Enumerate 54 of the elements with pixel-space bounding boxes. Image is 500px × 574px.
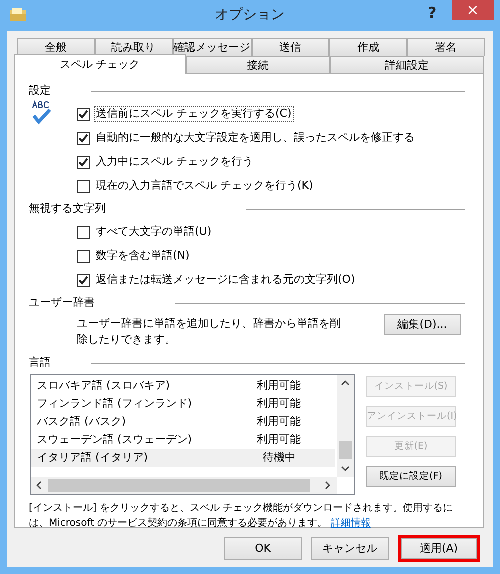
- tab[interactable]: スペル チェック: [14, 54, 186, 74]
- checkbox[interactable]: [77, 108, 90, 120]
- language-name: イタリア語 (イタリア): [37, 451, 150, 465]
- vertical-scrollbar[interactable]: [337, 375, 354, 477]
- edit-button[interactable]: 編集(D)...: [384, 314, 461, 335]
- status-text: 利用可能: [257, 433, 301, 447]
- list-row[interactable]: バスク語 (バスク) 利用可能: [31, 413, 335, 431]
- checkbox[interactable]: [77, 156, 90, 168]
- note-text: [インストール] をクリックすると、スペル チェック機能がダウンロードされます。使用するには、Microsoft のサービス契約の条項に同意する必要があります。 詳細情報: [29, 502, 454, 531]
- tab[interactable]: 接続: [186, 56, 330, 74]
- list-row[interactable]: イタリア語 (イタリア) 待機中: [31, 449, 335, 467]
- checkbox[interactable]: [77, 250, 90, 262]
- language-name: スロバキア語 (スロバキア): [37, 379, 172, 393]
- dialog-button[interactable]: 適用(A): [398, 535, 480, 562]
- tab[interactable]: 送信: [252, 38, 330, 56]
- horizontal-scrollbar[interactable]: [31, 477, 337, 494]
- status-text: 利用可能: [257, 415, 301, 429]
- checkbox-label[interactable]: すべて大文字の単語(U): [94, 224, 214, 240]
- app-icon: [10, 8, 26, 21]
- tab[interactable]: 署名: [407, 38, 485, 56]
- list-row[interactable]: スロバキア語 (スロバキア) 利用可能: [31, 377, 335, 395]
- tab[interactable]: 確認メッセージ: [172, 38, 252, 56]
- checkbox[interactable]: [77, 226, 90, 238]
- checkbox-label[interactable]: 入力中にスペル チェックを行う: [94, 154, 256, 170]
- description-text: ユーザー辞書に単語を追加したり、辞書から単語を削除したりできます。: [77, 316, 342, 348]
- checkbox-label[interactable]: 数字を含む単語(N): [94, 248, 192, 264]
- section-heading: 無視する文字列: [29, 202, 106, 216]
- dialog-button[interactable]: キャンセル: [311, 537, 389, 560]
- checkbox[interactable]: [77, 180, 90, 192]
- language-button[interactable]: 既定に設定(F): [366, 466, 456, 487]
- section-heading: 設定: [29, 84, 51, 98]
- tab[interactable]: 詳細設定: [330, 56, 484, 74]
- checkbox-label[interactable]: 現在の入力言語でスペル チェックを行う(K): [94, 178, 316, 194]
- window-title: オプション: [214, 7, 286, 24]
- list-row[interactable]: フィンランド語 (フィンランド) 利用可能: [31, 395, 335, 413]
- checkbox-label[interactable]: 自動的に一般的な大文字設定を適用し、誤ったスペルを修正する: [94, 130, 417, 146]
- section-heading: 言語: [29, 356, 51, 370]
- language-name: フィンランド語 (フィンランド): [37, 397, 194, 411]
- language-name: スウェーデン語 (スウェーデン): [37, 433, 194, 447]
- status-text: 待機中: [263, 451, 296, 465]
- status-text: 利用可能: [257, 397, 301, 411]
- status-text: 利用可能: [257, 379, 301, 393]
- checkbox[interactable]: [77, 132, 90, 144]
- list-row[interactable]: スウェーデン語 (スウェーデン) 利用可能: [31, 431, 335, 449]
- help-button[interactable]: ?: [428, 4, 437, 22]
- language-name: バスク語 (バスク): [37, 415, 128, 429]
- close-button[interactable]: ×: [452, 0, 494, 20]
- checkbox-label[interactable]: 返信または転送メッセージに含まれる元の文字列(O): [94, 272, 358, 288]
- checkbox[interactable]: [77, 274, 90, 286]
- tab[interactable]: 作成: [329, 38, 408, 56]
- dialog-button[interactable]: OK: [224, 537, 302, 560]
- more-info-link[interactable]: 詳細情報: [330, 518, 371, 529]
- section-heading: ユーザー辞書: [29, 296, 95, 310]
- checkbox-label[interactable]: 送信前にスペル チェックを実行する(C): [94, 106, 294, 122]
